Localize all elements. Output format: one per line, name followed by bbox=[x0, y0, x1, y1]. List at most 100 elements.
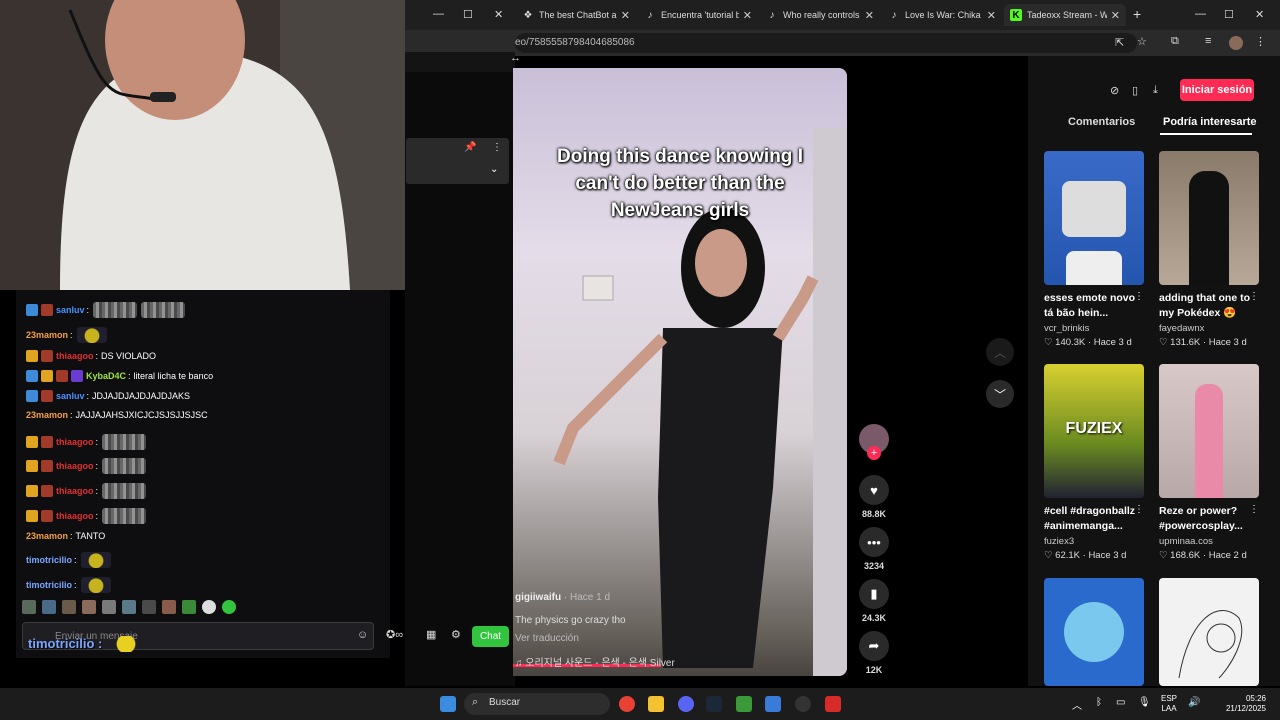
video-author[interactable]: fuziex3 bbox=[1044, 536, 1074, 547]
profile-avatar[interactable] bbox=[1229, 36, 1243, 50]
discord-icon[interactable] bbox=[678, 696, 694, 712]
chat-username[interactable]: timotricilio bbox=[26, 555, 72, 565]
store-icon[interactable]: ▦ bbox=[426, 628, 436, 641]
chat-emote[interactable] bbox=[80, 577, 111, 593]
video-title[interactable]: adding that one to my Pokédex 😍 bbox=[1159, 291, 1251, 321]
windows-start-icon[interactable] bbox=[440, 696, 456, 712]
tab-close-icon[interactable]: ✕ bbox=[743, 9, 752, 22]
obs-icon[interactable] bbox=[795, 696, 811, 712]
bookmark-star-icon[interactable]: ☆ bbox=[1137, 35, 1147, 48]
clock[interactable]: 05:26 21/12/2025 bbox=[1222, 694, 1266, 714]
video-author[interactable]: upminaa.cos bbox=[1159, 536, 1213, 547]
emote-icon[interactable] bbox=[202, 600, 216, 614]
chevron-down-icon[interactable]: ⌄ bbox=[490, 164, 498, 175]
window-minimize-icon[interactable]: — bbox=[1195, 8, 1206, 20]
chat-emote[interactable] bbox=[102, 458, 147, 474]
compass-icon[interactable]: ⊘ bbox=[1110, 84, 1119, 97]
steam-icon[interactable] bbox=[706, 696, 722, 712]
chevron-down-icon[interactable]: ﹀ bbox=[986, 380, 1014, 408]
follow-plus-icon[interactable]: + bbox=[867, 446, 881, 460]
emote-icon[interactable] bbox=[222, 600, 236, 614]
video-title[interactable]: Reze or power? #powercosplay... bbox=[1159, 504, 1251, 534]
chrome-icon[interactable] bbox=[619, 696, 635, 712]
chat-emote[interactable] bbox=[76, 327, 107, 343]
more-icon[interactable]: ⋮ bbox=[492, 142, 502, 153]
emote-icon[interactable] bbox=[162, 600, 176, 614]
emote-icon[interactable] bbox=[22, 600, 36, 614]
video-music[interactable]: ♫ 오리지널 사운드 - 은색 - 은색 Silver bbox=[515, 654, 675, 669]
chat-username[interactable]: thiaagoo bbox=[56, 511, 94, 521]
menu-icon[interactable]: ⋮ bbox=[1255, 35, 1266, 48]
video-author[interactable]: vcr_brinkis bbox=[1044, 323, 1089, 334]
chat-emote[interactable] bbox=[102, 508, 147, 524]
points-icon[interactable]: ✪∞ bbox=[386, 628, 403, 641]
browser-tab-active[interactable]: K Tadeoxx Stream - Wa ✕ bbox=[1004, 4, 1126, 26]
minimize-icon[interactable]: — bbox=[433, 8, 444, 20]
video-thumbnail[interactable] bbox=[1044, 578, 1144, 686]
more-icon[interactable]: ⋮ bbox=[1249, 291, 1259, 302]
download-icon[interactable]: ⤓ bbox=[1153, 84, 1158, 97]
folder-icon[interactable] bbox=[648, 696, 664, 712]
chat-emote[interactable] bbox=[93, 302, 138, 318]
chevron-up-icon[interactable]: ︿ bbox=[1072, 697, 1082, 712]
emoji-icon[interactable]: ☺ bbox=[357, 629, 368, 641]
install-icon[interactable]: ⇱ bbox=[1115, 36, 1124, 49]
tab-close-icon[interactable]: ✕ bbox=[621, 9, 630, 22]
emote-icon[interactable] bbox=[62, 600, 76, 614]
chat-username[interactable]: sanluv bbox=[56, 391, 85, 401]
more-icon[interactable]: ⋮ bbox=[1134, 291, 1144, 302]
comment-button[interactable]: ••• 3234 bbox=[858, 527, 890, 571]
emote-icon[interactable] bbox=[182, 600, 196, 614]
video-author[interactable]: fayedawnx bbox=[1159, 323, 1204, 334]
taskbar-search[interactable]: ⌕ Buscar bbox=[464, 693, 610, 715]
video-thumbnail[interactable] bbox=[1159, 364, 1259, 498]
more-icon[interactable]: ⋮ bbox=[1249, 504, 1259, 515]
chat-send-button[interactable]: Chat bbox=[472, 626, 509, 647]
tab-close-icon[interactable]: ✕ bbox=[987, 9, 996, 22]
emote-icon[interactable] bbox=[102, 600, 116, 614]
tab-recommended[interactable]: Podría interesarte bbox=[1163, 116, 1257, 128]
chat-username[interactable]: 23mamon bbox=[26, 410, 68, 420]
more-icon[interactable]: ⋮ bbox=[1134, 504, 1144, 515]
browser-tab[interactable]: ♪ Encuentra 'tutorial be ✕ bbox=[638, 4, 758, 26]
like-button[interactable]: ♥ 88.8K bbox=[858, 475, 890, 519]
chat-username[interactable]: KybaD4C bbox=[86, 371, 126, 381]
video-thumbnail[interactable]: FUZIEX bbox=[1044, 364, 1144, 498]
window-maximize-icon[interactable]: ☐ bbox=[1224, 8, 1234, 21]
tab-close-icon[interactable]: ✕ bbox=[865, 9, 874, 22]
minecraft-icon[interactable] bbox=[736, 696, 752, 712]
bluetooth-icon[interactable]: ᛒ bbox=[1096, 697, 1102, 708]
chat-username[interactable]: thiaagoo bbox=[56, 351, 94, 361]
video-title[interactable]: esses emote novo tá bão hein... bbox=[1044, 291, 1136, 321]
new-tab-icon[interactable]: + bbox=[1133, 6, 1141, 22]
store-app-icon[interactable] bbox=[765, 696, 781, 712]
recorder-icon[interactable] bbox=[825, 696, 841, 712]
emote-icon[interactable] bbox=[82, 600, 96, 614]
share-button[interactable]: ➦ 12K bbox=[858, 631, 890, 675]
browser-tab[interactable]: ♪ Who really controls th ✕ bbox=[760, 4, 880, 26]
chat-emote[interactable] bbox=[141, 302, 186, 318]
chat-username[interactable]: 23mamon bbox=[26, 531, 68, 541]
media-icon[interactable]: ≡ bbox=[1205, 35, 1211, 47]
extensions-icon[interactable]: ⧉ bbox=[1171, 35, 1179, 48]
video-thumbnail[interactable] bbox=[1044, 151, 1144, 285]
chat-username[interactable]: sanluv bbox=[56, 305, 85, 315]
emote-icon[interactable] bbox=[122, 600, 136, 614]
network-icon[interactable]: ▭ bbox=[1116, 697, 1125, 708]
chat-username[interactable]: thiaagoo bbox=[56, 437, 94, 447]
video-title[interactable]: #cell #dragonballz #animemanga... bbox=[1044, 504, 1136, 534]
url-field[interactable]: eo/7585558798404685086 bbox=[515, 33, 1137, 53]
browser-tab[interactable]: ❖ The best ChatBot an ✕ bbox=[516, 4, 636, 26]
pin-icon[interactable]: 📌 bbox=[464, 142, 476, 153]
chat-username[interactable]: thiaagoo bbox=[56, 486, 94, 496]
window-close-icon[interactable]: ✕ bbox=[1255, 8, 1264, 21]
emote-icon[interactable] bbox=[142, 600, 156, 614]
video-thumbnail[interactable] bbox=[1159, 151, 1259, 285]
save-button[interactable]: ▮ 24.3K bbox=[858, 579, 890, 623]
emote-icon[interactable] bbox=[42, 600, 56, 614]
video-thumbnail[interactable] bbox=[1159, 578, 1259, 686]
chat-emote[interactable] bbox=[102, 434, 147, 450]
translate-link[interactable]: Ver traducción bbox=[515, 633, 579, 644]
chat-username[interactable]: timotricilio bbox=[26, 580, 72, 590]
chat-emote[interactable] bbox=[80, 552, 111, 568]
